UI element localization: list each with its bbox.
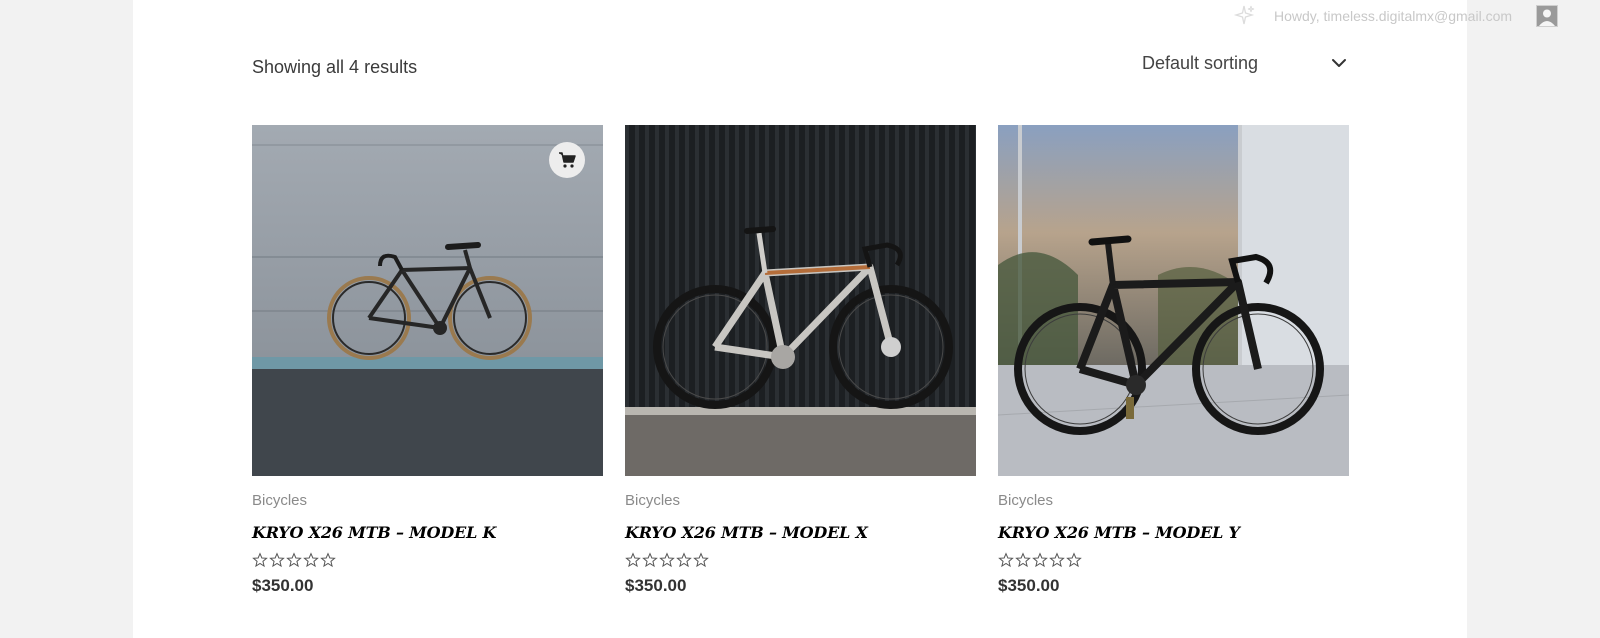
product-category[interactable]: Bicycles	[625, 492, 976, 509]
star-rating	[625, 552, 976, 568]
cart-icon	[559, 152, 576, 168]
product-card[interactable]: Bicycles KRYO X26 MTB – MODEL Y $350.00	[998, 125, 1349, 596]
product-card[interactable]: Bicycles KRYO X26 MTB – MODEL X $350.00	[625, 125, 976, 596]
sorting-selected-label: Default sorting	[1142, 52, 1259, 73]
product-price: $350.00	[625, 576, 687, 595]
star-outline-icon	[625, 552, 641, 568]
avatar[interactable]	[1536, 5, 1558, 27]
product-title[interactable]: KRYO X26 MTB – MODEL Y	[998, 523, 1349, 542]
admin-bar: Howdy, timeless.digitalmx@gmail.com	[1220, 0, 1580, 30]
star-outline-icon	[320, 552, 336, 568]
product-title[interactable]: KRYO X26 MTB – MODEL K	[252, 523, 603, 542]
add-to-cart-button[interactable]	[549, 142, 585, 178]
bicycle-photo	[998, 125, 1349, 476]
star-outline-icon	[252, 552, 268, 568]
chevron-down-icon	[1332, 59, 1346, 67]
product-image[interactable]	[998, 125, 1349, 476]
bicycle-photo	[625, 125, 976, 476]
star-outline-icon	[642, 552, 658, 568]
star-outline-icon	[659, 552, 675, 568]
result-count: Showing all 4 results	[252, 57, 418, 77]
star-rating	[252, 552, 603, 568]
admin-greeting[interactable]: Howdy, timeless.digitalmx@gmail.com	[1274, 8, 1512, 24]
product-image[interactable]	[252, 125, 603, 476]
product-image[interactable]	[625, 125, 976, 476]
bicycle-photo	[252, 125, 603, 476]
sparkle-icon[interactable]	[1232, 4, 1256, 28]
star-outline-icon	[676, 552, 692, 568]
star-outline-icon	[1066, 552, 1082, 568]
product-title[interactable]: KRYO X26 MTB – MODEL X	[625, 523, 976, 542]
sorting-select[interactable]: Default sorting	[1142, 48, 1348, 78]
star-outline-icon	[693, 552, 709, 568]
star-outline-icon	[1015, 552, 1031, 568]
star-outline-icon	[286, 552, 302, 568]
star-outline-icon	[269, 552, 285, 568]
star-rating	[998, 552, 1349, 568]
star-outline-icon	[1049, 552, 1065, 568]
star-outline-icon	[998, 552, 1014, 568]
product-price: $350.00	[252, 576, 314, 595]
star-outline-icon	[1032, 552, 1048, 568]
product-price: $350.00	[998, 576, 1060, 595]
product-category[interactable]: Bicycles	[998, 492, 1349, 509]
product-category[interactable]: Bicycles	[252, 492, 603, 509]
product-card[interactable]: Bicycles KRYO X26 MTB – MODEL K $350.00	[252, 125, 603, 596]
star-outline-icon	[303, 552, 319, 568]
